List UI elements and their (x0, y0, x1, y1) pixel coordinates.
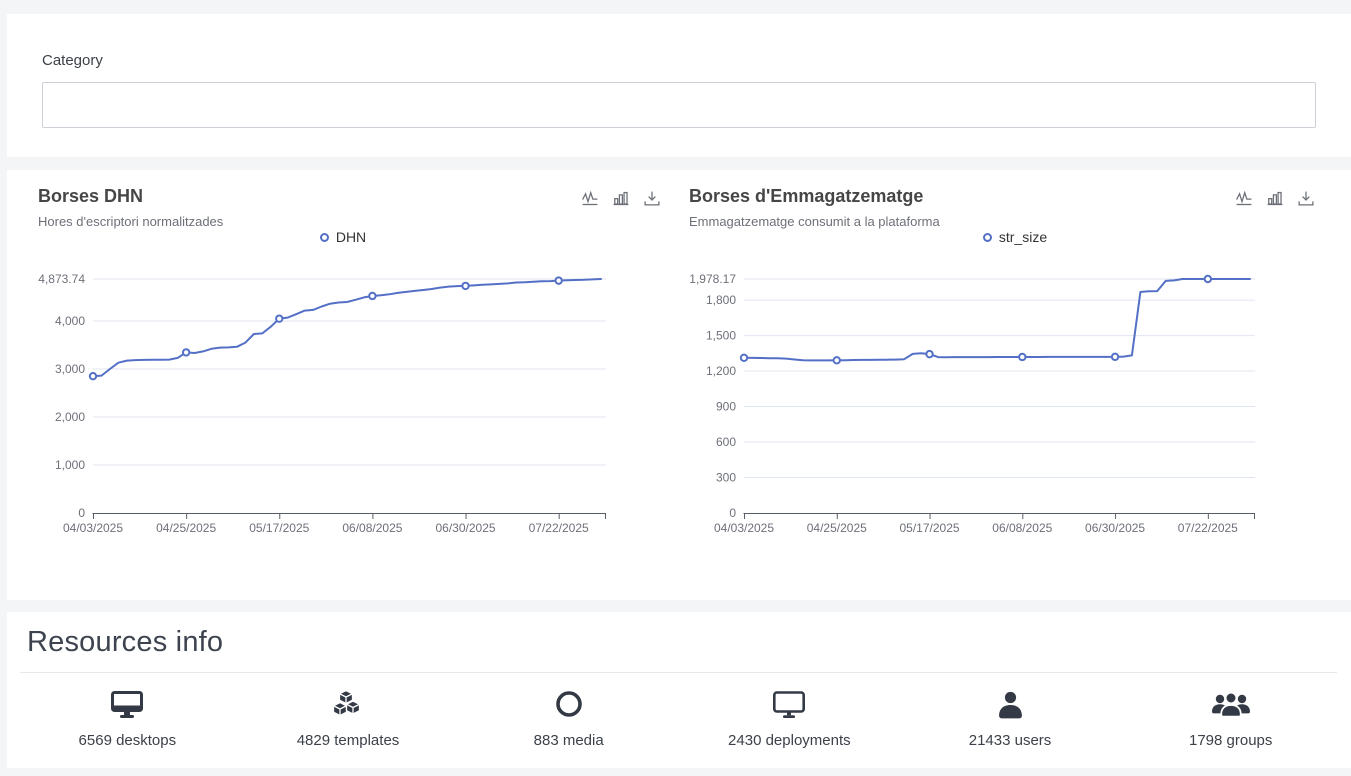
resource-item-desktops: 6569 desktops (17, 687, 238, 749)
category-label: Category (42, 52, 1351, 69)
resource-label: 21433 users (969, 732, 1052, 749)
svg-text:04/03/2025: 04/03/2025 (714, 521, 774, 535)
svg-text:0: 0 (729, 506, 736, 520)
svg-text:1,500: 1,500 (706, 329, 736, 343)
svg-text:1,800: 1,800 (706, 293, 736, 307)
category-filter-card: Category (7, 14, 1351, 157)
charts-card: Borses DHN Hores d'escriptori normalitza… (7, 170, 1351, 600)
svg-text:06/30/2025: 06/30/2025 (1085, 521, 1145, 535)
svg-text:600: 600 (716, 435, 736, 449)
cubes-icon (332, 687, 364, 719)
resource-label: 6569 desktops (79, 732, 177, 749)
svg-text:300: 300 (716, 471, 736, 485)
svg-text:05/17/2025: 05/17/2025 (249, 521, 309, 535)
svg-text:04/03/2025: 04/03/2025 (63, 521, 123, 535)
resource-label: 883 media (534, 732, 604, 749)
divider (20, 672, 1337, 673)
category-input[interactable] (42, 82, 1316, 128)
resources-title: Resources info (7, 612, 1351, 659)
svg-text:05/17/2025: 05/17/2025 (900, 521, 960, 535)
line-chart-plot: 0 1,000 2,000 3,000 4,000 4,873.74 04/03/2025 0… (7, 260, 679, 560)
line-chart-icon[interactable] (1235, 190, 1253, 208)
resources-row: 6569 desktops 4829 templates 8 (7, 687, 1351, 749)
svg-text:900: 900 (716, 400, 736, 414)
svg-text:1,978.17: 1,978.17 (689, 272, 736, 286)
svg-text:06/08/2025: 06/08/2025 (342, 521, 402, 535)
legend-marker-icon (320, 233, 329, 242)
svg-text:0: 0 (78, 506, 85, 520)
chart-dhn: Borses DHN Hores d'escriptori normalitza… (7, 170, 679, 600)
svg-text:3,000: 3,000 (55, 362, 85, 376)
resources-card: Resources info 6569 desktops (7, 612, 1351, 768)
resource-item-users: 21433 users (900, 687, 1121, 749)
legend-item-str-size[interactable]: str_size (679, 229, 1351, 245)
chart-storage: Borses d'Emmagatzematge Emmagatzematge c… (679, 170, 1351, 600)
svg-text:04/25/2025: 04/25/2025 (807, 521, 867, 535)
legend-label: DHN (336, 229, 366, 245)
legend-item-dhn[interactable]: DHN (7, 229, 679, 245)
line-chart-icon[interactable] (581, 190, 599, 208)
bar-chart-icon[interactable] (1266, 190, 1284, 208)
users-icon (1212, 687, 1250, 719)
user-icon (997, 687, 1024, 719)
resource-item-media: 883 media (458, 687, 679, 749)
svg-text:06/08/2025: 06/08/2025 (992, 521, 1052, 535)
bar-chart-icon[interactable] (612, 190, 630, 208)
svg-text:07/22/2025: 07/22/2025 (529, 521, 589, 535)
chart-title: Borses DHN (38, 186, 143, 207)
resource-item-deployments: 2430 deployments (679, 687, 900, 749)
chart-title: Borses d'Emmagatzematge (689, 186, 923, 207)
display-icon (772, 687, 806, 719)
svg-text:07/22/2025: 07/22/2025 (1178, 521, 1238, 535)
chart-toolbox (1235, 190, 1315, 208)
line-chart-plot: 0 300 600 900 1,200 1,500 1,800 1,978.17 04/03/2… (679, 260, 1351, 560)
circle-icon (554, 687, 584, 719)
resource-label: 2430 deployments (728, 732, 851, 749)
resource-label: 1798 groups (1189, 732, 1272, 749)
svg-text:04/25/2025: 04/25/2025 (156, 521, 216, 535)
legend-marker-icon (983, 233, 992, 242)
svg-text:4,873.74: 4,873.74 (38, 272, 85, 286)
svg-text:1,200: 1,200 (706, 364, 736, 378)
resource-item-groups: 1798 groups (1120, 687, 1341, 749)
resource-label: 4829 templates (297, 732, 400, 749)
resource-item-templates: 4829 templates (238, 687, 459, 749)
download-icon[interactable] (643, 190, 661, 208)
chart-subtitle: Emmagatzematge consumit a la plataforma (689, 214, 940, 229)
svg-text:1,000: 1,000 (55, 458, 85, 472)
chart-toolbox (581, 190, 661, 208)
svg-text:06/30/2025: 06/30/2025 (436, 521, 496, 535)
desktop-icon (110, 687, 144, 719)
download-icon[interactable] (1297, 190, 1315, 208)
legend-label: str_size (999, 229, 1047, 245)
svg-text:2,000: 2,000 (55, 410, 85, 424)
svg-text:4,000: 4,000 (55, 314, 85, 328)
chart-subtitle: Hores d'escriptori normalitzades (38, 214, 223, 229)
